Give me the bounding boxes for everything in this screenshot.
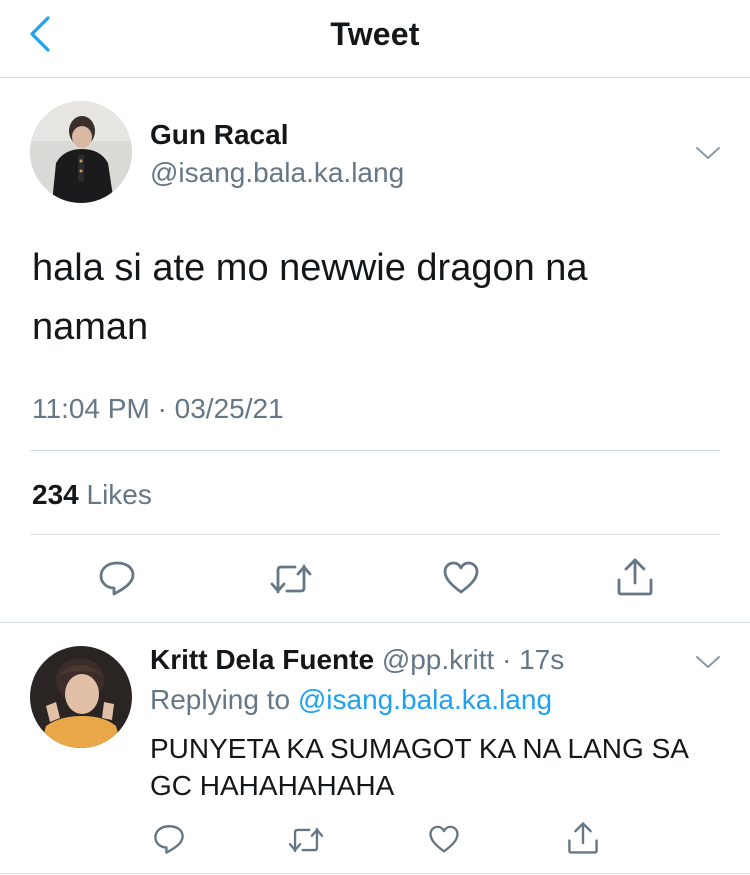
reply-author-name[interactable]: Kritt Dela Fuente [150, 644, 374, 675]
reply-author-handle[interactable]: @pp.kritt [382, 644, 494, 675]
retweet-icon [270, 564, 312, 594]
retweet-icon [288, 827, 324, 853]
replying-to-mention[interactable]: @isang.bala.ka.lang [298, 684, 552, 715]
reply-header: Kritt Dela Fuente @pp.kritt · 17s [150, 644, 564, 676]
avatar-photo [30, 101, 132, 203]
share-button[interactable] [615, 556, 655, 603]
retweet-button[interactable] [269, 560, 313, 603]
page-title: Tweet [330, 16, 420, 52]
heart-icon [443, 561, 479, 594]
likes-label: Likes [86, 479, 152, 510]
reply-tweet[interactable]: Kritt Dela Fuente @pp.kritt · 17s Replyi… [0, 624, 750, 875]
divider [30, 450, 720, 451]
likes-summary[interactable]: 234 Likes [32, 479, 152, 511]
author-handle[interactable]: @isang.bala.ka.lang [150, 157, 404, 189]
replying-to-line: Replying to @isang.bala.ka.lang [150, 684, 552, 716]
reply-time: · 17s [502, 644, 565, 675]
retweet-button[interactable] [287, 824, 325, 861]
divider [0, 873, 750, 874]
tweet-text: hala si ate mo newwie dragon na naman [32, 247, 588, 348]
reply-options-button[interactable] [694, 652, 722, 672]
chevron-down-icon [696, 656, 720, 668]
share-icon [617, 558, 653, 596]
likes-count: 234 [32, 479, 79, 510]
avatar[interactable] [30, 101, 132, 203]
avatar[interactable] [30, 646, 132, 748]
author-name[interactable]: Gun Racal [150, 119, 288, 151]
share-button[interactable] [566, 820, 600, 861]
share-icon [568, 822, 598, 854]
chevron-down-icon [696, 147, 720, 159]
tweet-timestamp: 11:04 PM · 03/25/21 [32, 393, 284, 424]
heart-icon [429, 825, 459, 853]
replying-prefix: Replying to [150, 684, 291, 715]
reply-button[interactable] [97, 558, 137, 603]
top-nav-bar: Tweet [0, 0, 750, 78]
like-button[interactable] [428, 824, 460, 860]
divider [30, 534, 720, 535]
reply-icon [99, 561, 135, 596]
reply-icon [154, 825, 184, 854]
reply-text: PUNYETA KA SUMAGOT KA NA LANG SA GC HAHA… [150, 733, 688, 801]
reply-button[interactable] [152, 822, 186, 861]
tweet-options-button[interactable] [694, 143, 722, 163]
main-tweet: Gun Racal @isang.bala.ka.lang hala si at… [0, 79, 750, 623]
like-button[interactable] [442, 560, 480, 601]
avatar-photo [30, 646, 132, 748]
